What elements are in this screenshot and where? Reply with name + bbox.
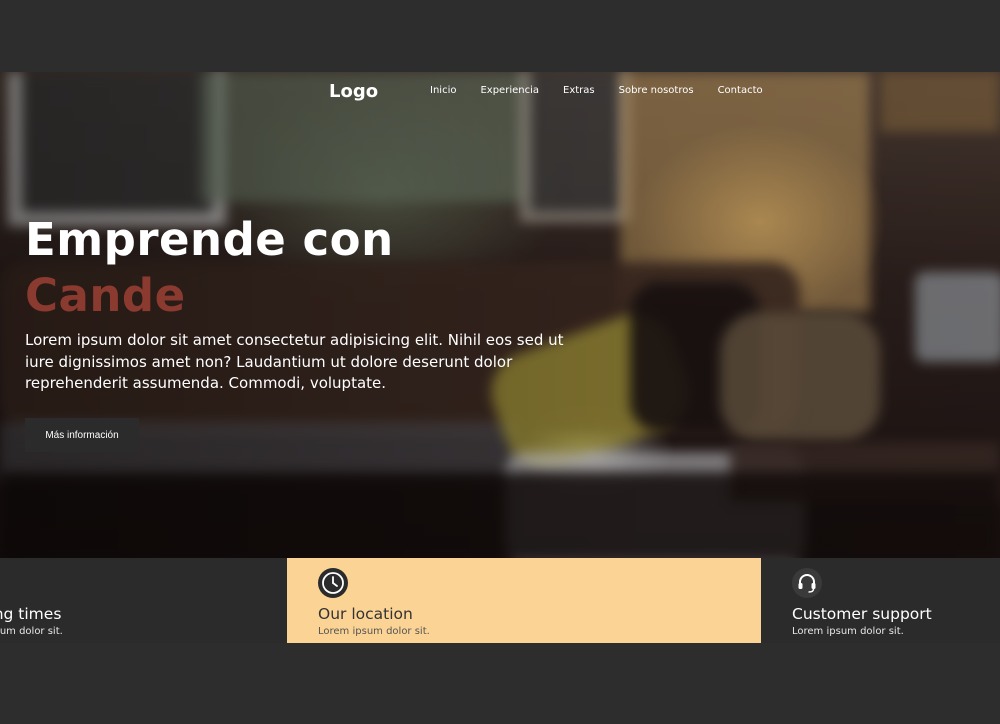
feature-title: Customer support (792, 605, 932, 623)
nav-item-experiencia[interactable]: Experiencia (480, 85, 539, 96)
nav-item-contacto[interactable]: Contacto (718, 85, 763, 96)
feature-title: Opening times (0, 605, 62, 623)
nav-item-sobre-nosotros[interactable]: Sobre nosotros (619, 85, 694, 96)
nav-menu: Inicio Experiencia Extras Sobre nosotros… (430, 85, 787, 96)
clock-icon (318, 568, 348, 598)
more-info-button[interactable]: Más información (25, 418, 139, 452)
feature-card-customer-support[interactable]: Customer support Lorem ipsum dolor sit. (761, 558, 1000, 643)
hero-title: Emprende con Cande (25, 212, 394, 324)
headset-icon (792, 568, 822, 598)
feature-card-opening-times[interactable]: Opening times Lorem ipsum dolor sit. (0, 558, 287, 643)
hero-description: Lorem ipsum dolor sit amet consectetur a… (25, 331, 564, 392)
top-navigation: Logo Inicio Experiencia Extras Sobre nos… (0, 72, 1000, 112)
logo[interactable]: Logo (329, 81, 378, 102)
feature-title: Our location (318, 605, 413, 623)
feature-subtitle: Lorem ipsum dolor sit. (318, 626, 430, 637)
feature-card-location[interactable]: Our location Lorem ipsum dolor sit. (287, 558, 761, 643)
nav-item-extras[interactable]: Extras (563, 85, 595, 96)
feature-subtitle: Lorem ipsum dolor sit. (0, 626, 63, 637)
hero-title-accent: Cande (25, 269, 186, 322)
features-strip: Opening times Lorem ipsum dolor sit. Our… (0, 558, 1000, 643)
nav-item-inicio[interactable]: Inicio (430, 85, 456, 96)
feature-subtitle: Lorem ipsum dolor sit. (792, 626, 904, 637)
hero-title-line1: Emprende con (25, 213, 394, 266)
